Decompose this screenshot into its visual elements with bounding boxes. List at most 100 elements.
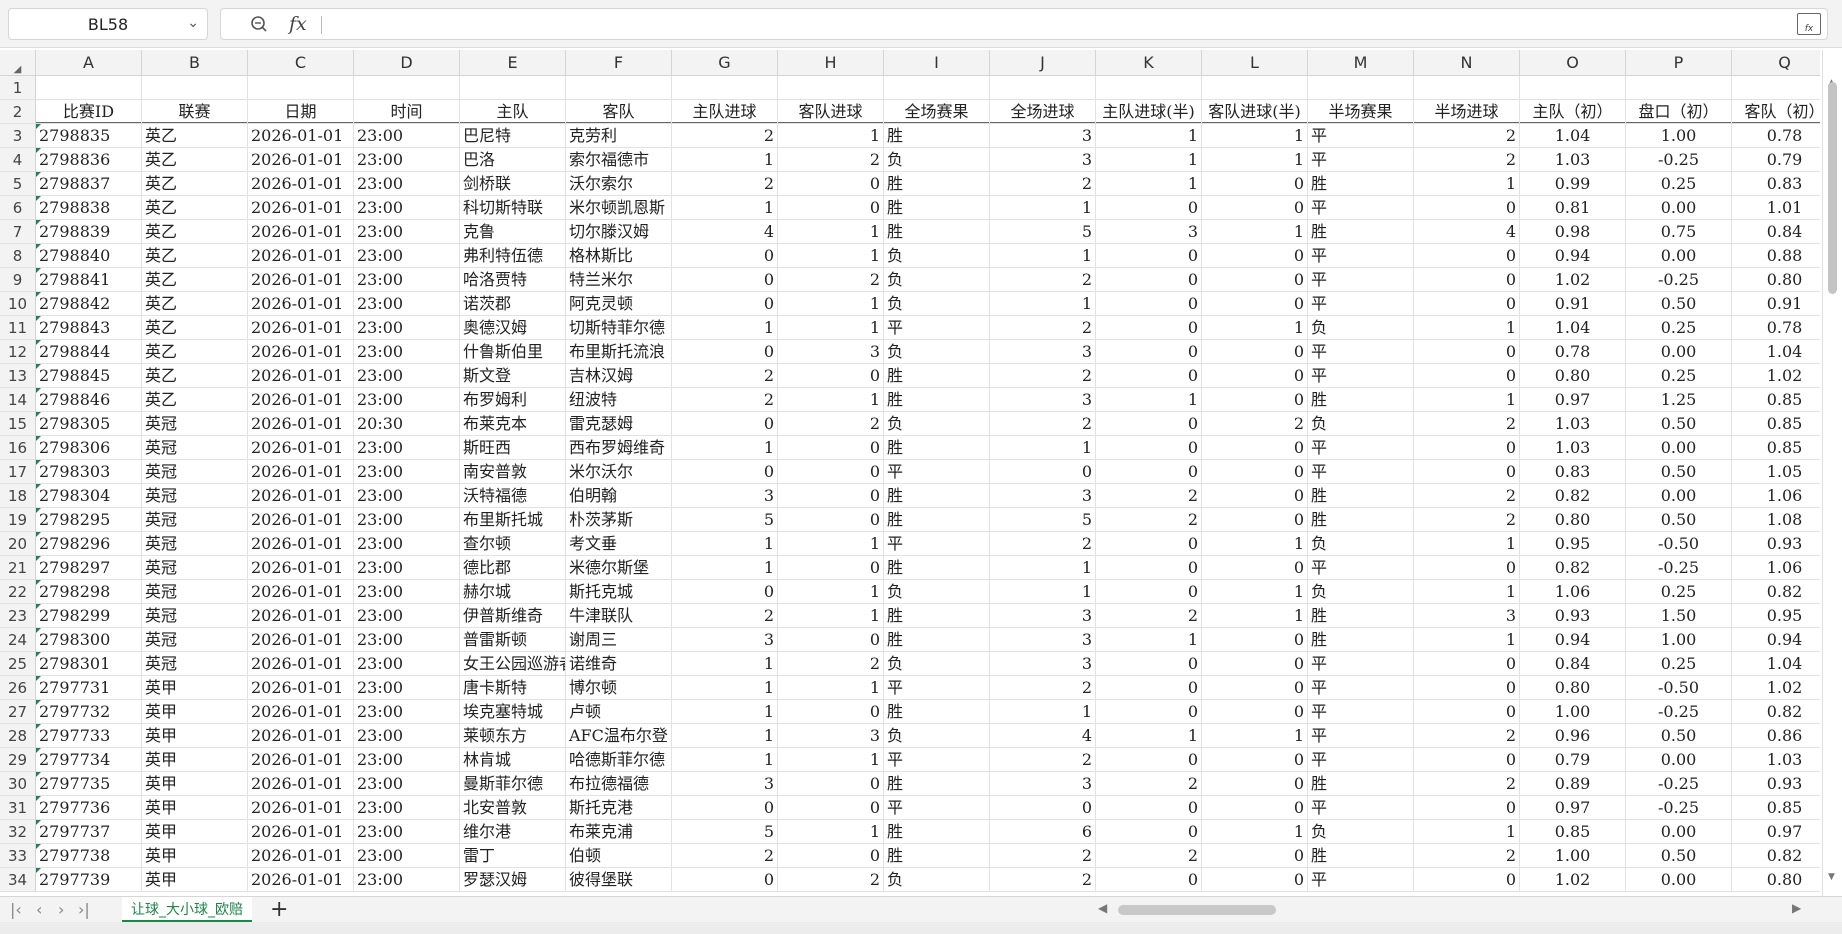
cell[interactable]: 林肯城 bbox=[460, 748, 566, 772]
cell[interactable]: 伯顿 bbox=[566, 844, 672, 868]
cell[interactable]: 1 bbox=[778, 604, 884, 628]
cell[interactable]: 0.79 bbox=[1732, 148, 1820, 172]
cell[interactable]: 1 bbox=[1202, 820, 1308, 844]
cell[interactable]: 1 bbox=[1414, 628, 1520, 652]
cell[interactable]: 英乙 bbox=[142, 244, 248, 268]
cell[interactable]: 2798837 bbox=[36, 172, 142, 196]
cell[interactable]: 0 bbox=[1096, 292, 1202, 316]
cell[interactable]: 2026-01-01 bbox=[248, 628, 354, 652]
cell[interactable]: 2026-01-01 bbox=[248, 316, 354, 340]
cell[interactable]: 1 bbox=[778, 316, 884, 340]
cell[interactable]: 平 bbox=[1308, 556, 1414, 580]
cell[interactable]: 平 bbox=[1308, 364, 1414, 388]
cell[interactable]: 0.82 bbox=[1520, 556, 1626, 580]
cell[interactable]: 1 bbox=[672, 196, 778, 220]
cell[interactable]: 0 bbox=[1096, 580, 1202, 604]
cell[interactable]: -0.50 bbox=[1626, 676, 1732, 700]
cell[interactable]: 1 bbox=[1096, 388, 1202, 412]
cell[interactable]: 米尔顿凯恩斯 bbox=[566, 196, 672, 220]
cell[interactable]: 1.05 bbox=[1732, 460, 1820, 484]
cell[interactable]: 2 bbox=[990, 532, 1096, 556]
cell[interactable]: 23:00 bbox=[354, 268, 460, 292]
cell[interactable]: 英冠 bbox=[142, 508, 248, 532]
cell[interactable]: 0.80 bbox=[1520, 364, 1626, 388]
cell[interactable]: 负 bbox=[884, 652, 990, 676]
cell[interactable]: 诺维奇 bbox=[566, 652, 672, 676]
cell[interactable]: 2 bbox=[672, 604, 778, 628]
cell[interactable]: 1.08 bbox=[1732, 508, 1820, 532]
cell[interactable]: 2798303 bbox=[36, 460, 142, 484]
cell[interactable]: 0 bbox=[672, 580, 778, 604]
cell[interactable]: 2026-01-01 bbox=[248, 436, 354, 460]
horizontal-scroll-thumb[interactable] bbox=[1118, 905, 1276, 915]
cell[interactable]: 0 bbox=[1414, 676, 1520, 700]
cell[interactable]: 2026-01-01 bbox=[248, 844, 354, 868]
cell[interactable]: 2798840 bbox=[36, 244, 142, 268]
row-header[interactable]: 33 bbox=[0, 844, 36, 868]
cell[interactable]: 0.91 bbox=[1732, 292, 1820, 316]
cell[interactable]: 0 bbox=[1096, 796, 1202, 820]
cell[interactable]: 4 bbox=[672, 220, 778, 244]
cell[interactable]: 3 bbox=[990, 604, 1096, 628]
cell[interactable]: 胜 bbox=[884, 772, 990, 796]
scroll-right-icon[interactable]: ▶ bbox=[1792, 901, 1801, 915]
cell[interactable]: 胜 bbox=[884, 508, 990, 532]
cell[interactable] bbox=[1732, 76, 1820, 100]
cell[interactable]: 1 bbox=[778, 532, 884, 556]
cell[interactable]: 米德尔斯堡 bbox=[566, 556, 672, 580]
cell[interactable]: 1 bbox=[672, 700, 778, 724]
cell[interactable]: 1.06 bbox=[1732, 556, 1820, 580]
row-header[interactable]: 30 bbox=[0, 772, 36, 796]
cell[interactable]: 平 bbox=[1308, 292, 1414, 316]
cell[interactable]: 平 bbox=[1308, 148, 1414, 172]
cell[interactable]: 23:00 bbox=[354, 796, 460, 820]
cell[interactable]: 2798306 bbox=[36, 436, 142, 460]
column-header[interactable]: D bbox=[354, 50, 460, 76]
cell[interactable]: 0.85 bbox=[1732, 796, 1820, 820]
cell[interactable]: 0.78 bbox=[1732, 124, 1820, 148]
cell[interactable]: 0 bbox=[990, 796, 1096, 820]
cell[interactable]: 平 bbox=[884, 460, 990, 484]
cell[interactable] bbox=[1626, 76, 1732, 100]
row-header[interactable]: 15 bbox=[0, 412, 36, 436]
cell[interactable]: -0.25 bbox=[1626, 268, 1732, 292]
cell[interactable]: 负 bbox=[884, 148, 990, 172]
cell[interactable]: 胜 bbox=[1308, 604, 1414, 628]
cell[interactable]: 0 bbox=[1096, 460, 1202, 484]
row-header[interactable]: 5 bbox=[0, 172, 36, 196]
cell[interactable]: 2797734 bbox=[36, 748, 142, 772]
cell[interactable]: 23:00 bbox=[354, 460, 460, 484]
cell[interactable]: 1 bbox=[1202, 724, 1308, 748]
cell[interactable]: 23:00 bbox=[354, 580, 460, 604]
cell[interactable]: 0 bbox=[1202, 340, 1308, 364]
cell[interactable] bbox=[990, 76, 1096, 100]
cell[interactable]: 布里斯托城 bbox=[460, 508, 566, 532]
cell[interactable]: 2 bbox=[1096, 508, 1202, 532]
cell[interactable]: 0 bbox=[1202, 388, 1308, 412]
cell[interactable]: 负 bbox=[884, 412, 990, 436]
cell[interactable]: 2798297 bbox=[36, 556, 142, 580]
cell[interactable] bbox=[36, 76, 142, 100]
cell[interactable]: 索尔福德市 bbox=[566, 148, 672, 172]
cell[interactable]: 负 bbox=[884, 268, 990, 292]
cell[interactable]: 2798844 bbox=[36, 340, 142, 364]
cell[interactable]: 2798305 bbox=[36, 412, 142, 436]
first-sheet-icon[interactable]: |‹ bbox=[10, 900, 22, 919]
cell[interactable]: 2798841 bbox=[36, 268, 142, 292]
cell[interactable]: 1 bbox=[672, 316, 778, 340]
cell[interactable]: 平 bbox=[1308, 124, 1414, 148]
cell[interactable]: 1.00 bbox=[1520, 700, 1626, 724]
cell[interactable]: 23:00 bbox=[354, 628, 460, 652]
cell[interactable]: 23:00 bbox=[354, 724, 460, 748]
cell[interactable]: 0.00 bbox=[1626, 436, 1732, 460]
cell[interactable]: 1 bbox=[1202, 148, 1308, 172]
cell[interactable]: 3 bbox=[990, 484, 1096, 508]
cell[interactable]: 1 bbox=[990, 436, 1096, 460]
cell[interactable]: 23:00 bbox=[354, 316, 460, 340]
row-header[interactable]: 23 bbox=[0, 604, 36, 628]
cell[interactable]: 沃特福德 bbox=[460, 484, 566, 508]
cell[interactable]: 23:00 bbox=[354, 220, 460, 244]
cell[interactable]: 英乙 bbox=[142, 148, 248, 172]
cell[interactable]: 2 bbox=[1414, 412, 1520, 436]
row-header[interactable]: 10 bbox=[0, 292, 36, 316]
